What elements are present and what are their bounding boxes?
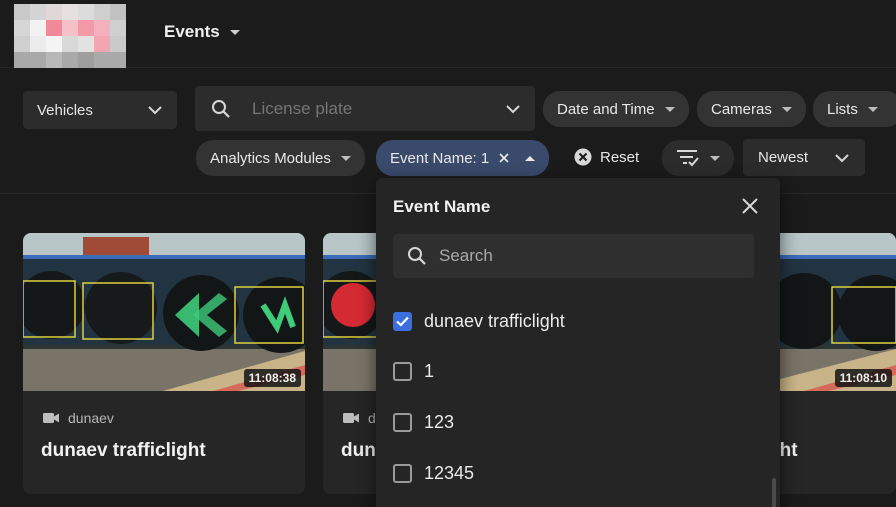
clear-circle-icon [574, 148, 592, 166]
reset-label: Reset [600, 148, 640, 166]
event-name-filter[interactable]: Event Name: 1 [376, 140, 550, 176]
date-time-filter[interactable]: Date and Time [543, 91, 689, 127]
event-option[interactable]: dunaev trafficlight [393, 311, 565, 332]
caret-down-icon [229, 29, 240, 35]
reset-button[interactable]: Reset [574, 148, 639, 166]
clear-icon[interactable] [499, 153, 509, 163]
object-type-select[interactable]: Vehicles [23, 91, 177, 129]
lists-label: Lists [827, 100, 858, 118]
caret-down-icon [340, 155, 351, 161]
event-title: dunaev trafficlight [41, 440, 206, 461]
dropdown-title: Event Name [393, 197, 491, 216]
camera-name: d [368, 410, 376, 426]
camera-row: d [343, 410, 376, 426]
option-label: 1 [424, 361, 435, 381]
advanced-filter-button[interactable] [662, 140, 734, 176]
event-timestamp: 11:08:10 [834, 369, 892, 387]
video-camera-icon [343, 413, 359, 423]
event-search-field[interactable] [393, 234, 754, 278]
object-type-value: Vehicles [37, 101, 93, 119]
event-name-chip-label: Event Name: 1 [390, 149, 490, 167]
option-label: dunaev trafficlight [424, 311, 565, 331]
chevron-down-icon[interactable] [505, 104, 521, 114]
caret-down-icon [867, 106, 878, 112]
checkbox[interactable] [393, 362, 412, 381]
caret-down-icon [710, 155, 720, 161]
video-camera-icon [43, 413, 59, 423]
camera-name: dunaev [68, 410, 114, 426]
scrollbar[interactable] [772, 478, 776, 507]
event-timestamp: 11:08:38 [243, 369, 301, 387]
cameras-filter[interactable]: Cameras [697, 91, 806, 127]
option-label: 123 [424, 412, 455, 432]
analytics-modules-filter[interactable]: Analytics Modules [196, 140, 365, 176]
page-title: Events [164, 22, 220, 41]
camera-row: dunaev [43, 410, 114, 426]
event-thumbnail: 11:08:38 [23, 233, 305, 391]
cameras-label: Cameras [711, 100, 772, 118]
lists-filter[interactable]: Lists [813, 91, 896, 127]
license-plate-field[interactable] [195, 86, 535, 131]
logo [14, 4, 126, 68]
date-time-label: Date and Time [557, 100, 655, 118]
checkbox[interactable] [393, 464, 412, 483]
sort-select[interactable]: Newest [743, 139, 865, 176]
checkbox[interactable] [393, 312, 412, 331]
filter-list-icon [677, 150, 699, 167]
event-name-dropdown: Event Name dunaev trafficlight 1 123 123… [376, 178, 780, 507]
page-title-menu[interactable]: Events [164, 22, 240, 42]
close-icon[interactable] [738, 194, 762, 218]
checkmark-icon [396, 316, 409, 327]
search-icon [212, 99, 230, 118]
caret-down-icon [781, 106, 792, 112]
license-plate-input[interactable] [252, 98, 492, 119]
option-label: 12345 [424, 463, 475, 483]
analytics-modules-label: Analytics Modules [210, 149, 331, 167]
checkbox[interactable] [393, 413, 412, 432]
event-option[interactable]: 1 [393, 361, 434, 382]
filters-bar: Vehicles Date and Time Cameras Lists Ana… [0, 69, 896, 194]
chevron-down-icon [835, 153, 849, 162]
event-option[interactable]: 12345 [393, 463, 474, 484]
traffic-light-image [23, 233, 305, 391]
chevron-down-icon [148, 106, 162, 115]
top-bar: Events [0, 0, 896, 68]
caret-down-icon [664, 106, 675, 112]
search-icon [408, 247, 426, 265]
caret-up-icon [525, 155, 536, 161]
event-card[interactable]: 11:08:38 dunaev dunaev trafficlight [23, 233, 305, 494]
event-search-input[interactable] [439, 246, 719, 266]
event-option[interactable]: 123 [393, 412, 454, 433]
sort-value: Newest [758, 149, 809, 166]
